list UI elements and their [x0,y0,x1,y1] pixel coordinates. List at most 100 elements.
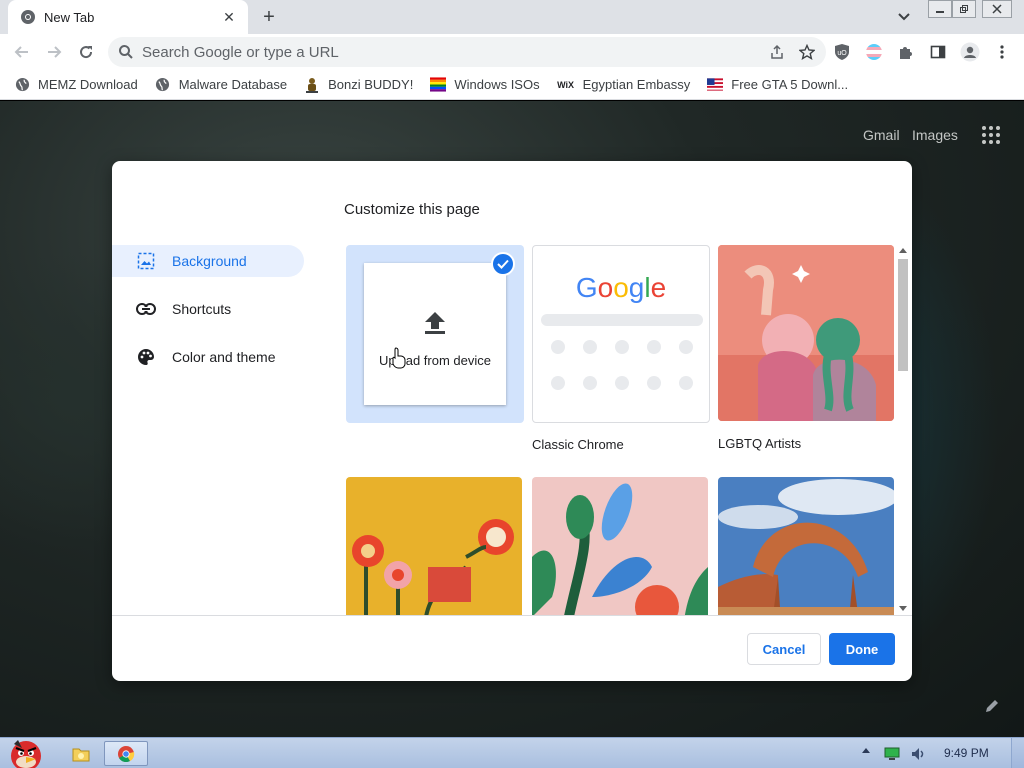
dialog-title: Customize this page [344,201,480,218]
puzzle-icon [900,47,912,59]
arch-landscape-image [718,477,894,616]
show-hidden-icons-arrow-icon[interactable] [862,748,870,753]
share-button[interactable] [766,41,788,63]
done-button[interactable]: Done [829,633,895,665]
google-logo: Google [533,272,709,304]
bookmark-free-gta5[interactable]: Free GTA 5 Downl... [707,77,848,93]
bookmark-memz-download[interactable]: MEMZ Download [14,77,138,93]
tray-clock[interactable]: 9:49 PM [944,746,989,760]
side-panel-button[interactable] [928,42,948,62]
bookmark-label: Egyptian Embassy [582,77,691,92]
omnibox-placeholder: Search Google or type a URL [142,43,339,61]
gmail-link[interactable]: Gmail [863,127,900,143]
minimize-button[interactable] [928,0,952,18]
google-apps-grid-icon[interactable] [982,126,1000,144]
scrollbar-thumb[interactable] [898,259,908,371]
back-button[interactable] [10,40,34,64]
ublock-shield-icon: uO [835,44,849,60]
plant-artwork-image [532,477,708,616]
taskbar-explorer[interactable] [64,741,98,766]
svg-text:uO: uO [837,50,847,57]
side-panel-icon [930,45,946,59]
flag-icon [707,77,724,93]
tile-upload-from-device[interactable]: Upload from device [346,245,524,423]
background-grid: Upload from device Google Classic Chrome… [346,245,912,616]
trans-flag-circle-icon [866,44,882,60]
bookmark-label: Malware Database [178,77,288,92]
network-monitor-icon[interactable] [884,747,900,761]
tile-classic-chrome[interactable]: Google [532,245,710,423]
forward-button[interactable] [42,40,66,64]
globe-icon [14,77,30,93]
bookmark-label: MEMZ Download [38,77,138,92]
menu-item-label: Background [172,253,247,269]
cursor-hand-icon [392,347,406,369]
start-button-angry-bird-icon[interactable] [0,732,52,768]
menu-item-background[interactable]: Background [112,245,304,277]
pencil-icon[interactable] [984,698,1000,714]
scroll-up-arrow-icon[interactable] [899,248,907,253]
menu-item-label: Shortcuts [172,301,232,317]
bookmark-malware-database[interactable]: Malware Database [155,77,287,93]
google-logo-letter: g [628,272,645,303]
show-desktop-button[interactable] [1011,738,1024,768]
menu-item-shortcuts[interactable]: Shortcuts [112,293,304,325]
tab-new-tab[interactable]: New Tab ✕ [8,0,248,34]
upload-icon [425,312,445,334]
windows-flag-icon [430,77,447,93]
share-icon [771,44,783,59]
google-logo-letter: o [597,272,614,303]
chrome-icon [21,10,35,24]
bookmark-windows-isos[interactable]: Windows ISOs [430,77,540,93]
avatar-icon [960,42,980,62]
reload-button[interactable] [74,40,98,64]
close-window-button[interactable] [982,0,1012,18]
star-icon [799,44,815,60]
chrome-icon [118,745,135,762]
link-icon [136,299,156,319]
close-tab-icon[interactable]: ✕ [220,8,238,26]
palette-icon [136,347,156,367]
globe-icon [155,77,171,93]
google-logo-letter: o [613,272,629,303]
grid-scrollbar[interactable] [896,245,910,616]
chrome-menu-button[interactable] [992,42,1012,62]
upload-card: Upload from device [364,263,506,405]
tile-label: Classic Chrome [532,437,624,452]
lgbtq-artwork-image [718,245,894,421]
tile-label: Upload from device [379,353,491,368]
flower-artwork-image [346,477,522,616]
tile-flower-art[interactable] [346,477,522,616]
browser-toolbar: Search Google or type a URL uO [0,34,1024,70]
tile-plant-art[interactable] [532,477,708,616]
bookmark-star-button[interactable] [796,41,818,63]
scroll-down-arrow-icon[interactable] [899,606,907,611]
tile-lgbtq-artists[interactable] [718,245,894,421]
tab-title: New Tab [44,9,95,25]
omnibox[interactable]: Search Google or type a URL [108,37,826,67]
extensions-button[interactable] [896,42,916,62]
bookmark-egyptian-embassy[interactable]: WiX Egyptian Embassy [557,77,691,93]
menu-item-color-theme[interactable]: Color and theme [112,341,304,373]
tab-search-chevron-icon[interactable] [894,8,914,26]
cancel-button[interactable]: Cancel [747,633,821,665]
tile-arch-landscape[interactable] [718,477,894,616]
google-logo-letter: G [575,272,598,303]
new-tab-button[interactable]: + [258,6,280,28]
restore-button[interactable] [952,0,976,18]
profile-button[interactable] [960,42,980,62]
trans-flag-extension-button[interactable] [864,42,884,62]
ublock-extension-button[interactable]: uO [832,42,852,62]
google-logo-letter: e [650,272,667,303]
taskbar-chrome[interactable] [104,741,148,766]
forward-arrow-icon [48,46,62,58]
tile-label: LGBTQ Artists [718,436,802,451]
bookmark-label: Windows ISOs [454,77,540,92]
bonzi-icon [304,77,320,93]
bookmark-label: Bonzi BUDDY! [328,77,414,92]
images-link[interactable]: Images [912,127,958,143]
bookmark-bonzi-buddy[interactable]: Bonzi BUDDY! [304,77,413,93]
reload-icon [80,46,93,59]
selected-check-icon [491,252,515,276]
speaker-icon[interactable] [910,747,926,761]
